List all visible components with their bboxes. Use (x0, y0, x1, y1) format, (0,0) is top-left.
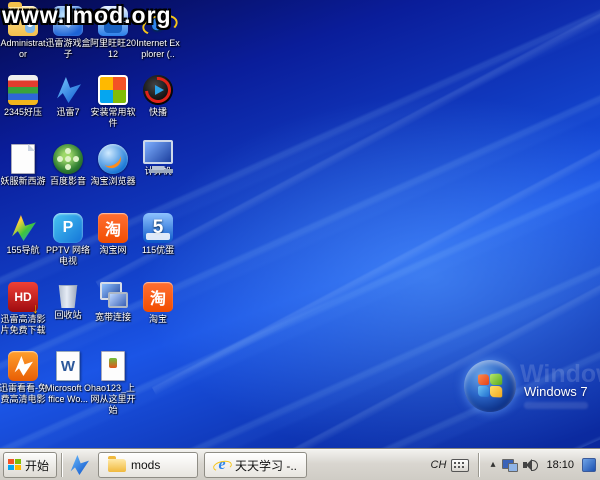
desktop-icon-label: Microsoft Office Wo... (44, 383, 92, 405)
internet-explorer-icon: e (214, 457, 230, 473)
desktop-icon-hd-download[interactable]: HD 迅雷高清影片免费下载 (2, 282, 44, 351)
folder-icon (108, 459, 126, 472)
watermark-text: www.lmod.org (2, 2, 172, 29)
desktop-icon-taobao-browser[interactable]: 淘宝浏览器 (92, 144, 134, 213)
taskbar-separator (61, 453, 62, 477)
taskbar-window-mods[interactable]: mods (98, 452, 198, 478)
film-reel-icon (53, 144, 83, 174)
desktop-icon-label: Administrator (0, 38, 47, 60)
desktop-icon-label: 115优蛋 (134, 245, 182, 256)
desktop-icon-label: 回收站 (44, 310, 92, 321)
desktop-icon-label: 妖服新西游 (0, 176, 47, 187)
desktop-icon-broadband[interactable]: 宽带连接 (92, 282, 134, 351)
desktop-icon-xunlei7[interactable]: 迅雷7 (47, 75, 89, 144)
desktop-icon-label: 迅雷游戏盒子 (44, 38, 92, 60)
colorful-bird-icon (8, 213, 38, 243)
desktop-icon-install-software[interactable]: 安装常用软件 (92, 75, 134, 144)
desktop-icon-label: 迅雷高清影片免费下载 (0, 314, 47, 336)
windows7-edition-text (524, 402, 588, 409)
quicklaunch-thunder-icon[interactable] (66, 453, 92, 477)
desktop-icon-label: 迅雷看看-免费高清电影 (0, 383, 47, 405)
soft-keyboard-icon[interactable] (451, 459, 469, 472)
desktop-icon-label: 百度影音 (44, 176, 92, 187)
broadband-connection-icon (98, 280, 128, 310)
installer-squares-icon (98, 75, 128, 105)
desktop-icon-label: 淘宝网 (89, 245, 137, 256)
taskbar: 开始 mods e 天天学习 -.. CH ▴ 18:10 (0, 449, 600, 480)
hd-download-icon: HD (8, 282, 38, 312)
thunder-bird-icon (53, 75, 83, 105)
ime-language-indicator[interactable]: CH (431, 459, 447, 471)
taskbar-clock[interactable]: 18:10 (543, 459, 577, 471)
desktop-icon-taobao-site[interactable]: 淘 淘宝网 (92, 213, 134, 282)
qvod-player-icon (143, 75, 173, 105)
desktop-icon-label: Internet Explorer (.. (134, 38, 182, 60)
windows7-wallpaper-logo: Windows 7 Windows 7 (462, 358, 600, 420)
taobao-icon: 淘 (143, 282, 173, 312)
pptv-icon: P (53, 213, 83, 243)
windows-orb-icon (464, 360, 516, 412)
desktop-icon-label: 2345好压 (0, 107, 47, 118)
text-document-icon (11, 144, 35, 174)
desktop-icon-computer[interactable]: 计算机 (137, 144, 179, 213)
desktop-icon-qvod[interactable]: 快播 (137, 75, 179, 144)
desktop-icon-word[interactable]: W Microsoft Office Wo... (47, 351, 89, 420)
windows-flag-icon (478, 373, 503, 398)
desktop-icon-label: 迅雷7 (44, 107, 92, 118)
computer-icon (143, 140, 173, 164)
network-tray-icon[interactable] (502, 459, 518, 472)
desktop-icon-155-nav[interactable]: 155导航 (2, 213, 44, 282)
115-disk-icon: 5 (143, 213, 173, 243)
desktop-icon-label: 155导航 (0, 245, 47, 256)
globe-browser-icon (98, 144, 128, 174)
taobao-icon: 淘 (98, 213, 128, 243)
show-hidden-icons-chevron[interactable]: ▴ (488, 458, 497, 472)
start-button[interactable]: 开始 (3, 452, 57, 478)
desktop-icon-label: 快播 (134, 107, 182, 118)
desktop-icon-label: 淘宝浏览器 (89, 176, 137, 187)
hao123-document-icon (101, 351, 125, 381)
desktop-icon-baidu-player[interactable]: 百度影音 (47, 144, 89, 213)
taskbar-window-label: mods (131, 458, 160, 472)
desktop-icon-2345haozip[interactable]: 2345好压 (2, 75, 44, 144)
recycle-bin-icon (57, 282, 79, 308)
show-desktop-button[interactable] (582, 458, 596, 472)
tray-separator (478, 453, 479, 477)
desktop-icon-game-shortcut[interactable]: 妖服新西游 (2, 144, 44, 213)
desktop-icon-recycle-bin[interactable]: 回收站 (47, 282, 89, 351)
desktop-icon-hao123[interactable]: hao123_上网从这里开始 (92, 351, 134, 420)
desktop-icon-grid: Administrator 迅雷游戏盒子 阿里旺旺2012 e Internet… (2, 6, 179, 420)
desktop-icon-label: 阿里旺旺2012 (89, 38, 137, 60)
volume-tray-icon[interactable] (523, 458, 538, 472)
desktop-icon-115[interactable]: 5 115优蛋 (137, 213, 179, 282)
word-document-icon: W (56, 351, 80, 381)
system-tray: CH ▴ 18:10 (431, 450, 600, 480)
desktop-icon-label: PPTV 网络电视 (44, 245, 92, 267)
archive-icon (8, 75, 38, 105)
desktop-icon-pptv[interactable]: P PPTV 网络电视 (47, 213, 89, 282)
desktop-screen: www.lmod.org Windows 7 Windows 7 Adminis… (0, 0, 600, 480)
kankan-bird-icon (8, 351, 38, 381)
desktop-icon-taobao[interactable]: 淘 淘宝 (137, 282, 179, 351)
desktop-icon-label: hao123_上网从这里开始 (89, 383, 137, 415)
taskbar-window-label: 天天学习 -.. (235, 457, 297, 474)
desktop-icon-label: 宽带连接 (89, 312, 137, 323)
windows7-logo-text: Windows 7 (524, 384, 588, 399)
desktop-icon-label: 淘宝 (134, 314, 182, 325)
desktop-icon-kankan[interactable]: 迅雷看看-免费高清电影 (2, 351, 44, 420)
start-button-label: 开始 (25, 457, 49, 474)
desktop-icon-label: 安装常用软件 (89, 107, 137, 129)
windows-start-flag-icon (8, 459, 22, 472)
taskbar-window-browser[interactable]: e 天天学习 -.. (204, 452, 307, 478)
